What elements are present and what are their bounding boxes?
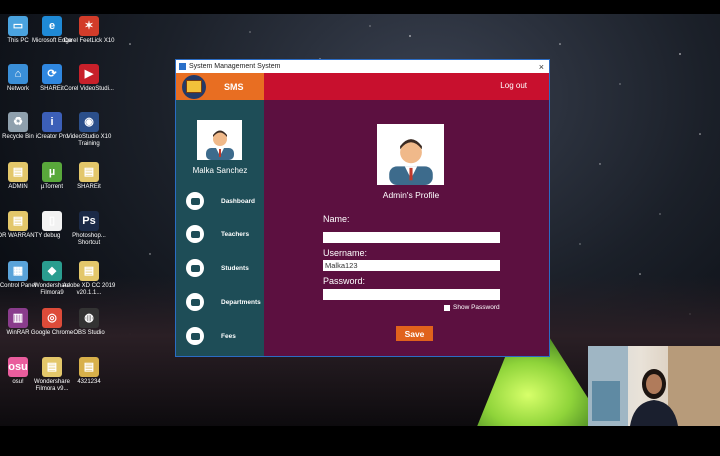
nav-departments[interactable]: Departments xyxy=(186,291,264,313)
wondershare-filmora9-icon: ◆ xyxy=(42,261,62,281)
user-avatar xyxy=(197,120,242,160)
nav-label: Dashboard xyxy=(221,197,255,205)
brand-bar: SMS xyxy=(176,73,264,100)
folder-4321234-icon: ▤ xyxy=(79,357,99,377)
desktop-icon-adobe-xd[interactable]: ▤ Adobe XD CC 2019 v20.1.1... xyxy=(61,261,117,297)
nav-label: Fees xyxy=(221,332,236,340)
corel-feetlick-icon: ✶ xyxy=(79,16,99,36)
window-titlebar: System Management System × xyxy=(176,60,549,73)
desktop-icon-label: 4321234 xyxy=(77,379,101,385)
topbar: Log out xyxy=(264,73,549,100)
shareit-icon: ⟳ xyxy=(42,64,62,84)
microsoft-edge-icon: e xyxy=(42,16,62,36)
desktop-icon-label: Corel VideoStudi... xyxy=(64,86,114,92)
sms-window: System Management System × SMS Malka San… xyxy=(175,59,550,357)
videostudio-x10-icon: ◉ xyxy=(79,112,99,132)
nav-label: Departments xyxy=(221,298,261,306)
show-password-label: Show Password xyxy=(453,304,500,311)
app-icon xyxy=(179,63,186,70)
debug-icon: ▯ xyxy=(42,211,62,231)
teacher-icon xyxy=(186,225,204,243)
icreator-pro-icon: i xyxy=(42,112,62,132)
window-title: System Management System xyxy=(189,63,281,70)
nav-label: Teachers xyxy=(221,230,250,238)
shareit-folder-icon: ▤ xyxy=(79,162,99,182)
close-icon[interactable]: × xyxy=(539,62,544,72)
username-label: Username: xyxy=(323,248,368,258)
desktop-icon-label: Photoshop... Shortcut xyxy=(72,233,106,246)
nav-fees[interactable]: Fees xyxy=(186,325,264,347)
profile-title: Admin's Profile xyxy=(382,190,440,200)
desktop-icon-label: Adobe XD CC 2019 v20.1.1... xyxy=(62,283,116,296)
bottom-letterbox xyxy=(0,426,720,456)
desktop-icon-photoshop[interactable]: Ps Photoshop... Shortcut xyxy=(61,211,117,247)
top-letterbox xyxy=(0,0,720,14)
desktop-icon-corel-feetlick[interactable]: ✶ Corel FeetLick X10 xyxy=(61,16,117,45)
profile-panel: Admin's Profile Name: Username: Password… xyxy=(264,100,549,356)
departments-icon xyxy=(186,293,204,311)
password-label: Password: xyxy=(323,276,366,286)
desktop-icon-label: Corel FeetLick X10 xyxy=(63,38,115,44)
school-logo-icon xyxy=(182,74,206,99)
name-label: Name: xyxy=(323,214,350,224)
desktop-icon-videostudio-x10[interactable]: ◉ VideoStudio X10 Training xyxy=(61,112,117,148)
desktop-icon-shareit-folder[interactable]: ▤ SHAREit xyxy=(61,162,117,191)
desktop-icon-label: OBS Studio xyxy=(73,330,105,336)
password-field[interactable] xyxy=(323,289,500,300)
person-icon xyxy=(388,139,433,185)
desktop-icon-folder-4321234[interactable]: ▤ 4321234 xyxy=(61,357,117,386)
webcam-overlay xyxy=(588,346,720,426)
username-field[interactable] xyxy=(323,260,500,271)
photoshop-icon: Ps xyxy=(79,211,99,231)
brand-name: SMS xyxy=(224,81,244,92)
show-password-toggle[interactable]: Show Password xyxy=(444,304,500,311)
adobe-xd-icon: ▤ xyxy=(79,261,99,281)
students-icon xyxy=(186,259,204,277)
dashboard-icon xyxy=(186,192,204,210)
desktop-icon-obs-studio[interactable]: ◍ OBS Studio xyxy=(61,308,117,337)
nav-teachers[interactable]: Teachers xyxy=(186,223,264,245)
nav-dashboard[interactable]: Dashboard xyxy=(186,190,264,212)
desktop-icon-corel-videostudio[interactable]: ▶ Corel VideoStudi... xyxy=(61,64,117,93)
google-chrome-icon: ◎ xyxy=(42,308,62,328)
person-icon xyxy=(205,130,234,160)
wondershare-filmora-v9-icon: ▤ xyxy=(42,357,62,377)
save-button[interactable]: Save xyxy=(396,326,433,341)
name-field[interactable] xyxy=(323,232,500,243)
admin-profile-picture xyxy=(377,124,444,185)
utorrent-icon: µ xyxy=(42,162,62,182)
user-name: Malka Sanchez xyxy=(192,166,248,175)
show-password-checkbox[interactable] xyxy=(444,304,450,311)
logout-button[interactable]: Log out xyxy=(500,81,527,90)
nav-label: Students xyxy=(221,264,249,272)
fees-icon xyxy=(186,327,204,345)
presenter-video xyxy=(588,346,720,426)
desktop-icon-label: SHAREit xyxy=(77,184,101,190)
sidebar: SMS Malka Sanchez Dashboard Teachers Stu… xyxy=(176,73,264,356)
nav-students[interactable]: Students xyxy=(186,257,264,279)
obs-studio-icon: ◍ xyxy=(79,308,99,328)
corel-videostudio-icon: ▶ xyxy=(79,64,99,84)
desktop-icon-label: VideoStudio X10 Training xyxy=(66,134,112,147)
